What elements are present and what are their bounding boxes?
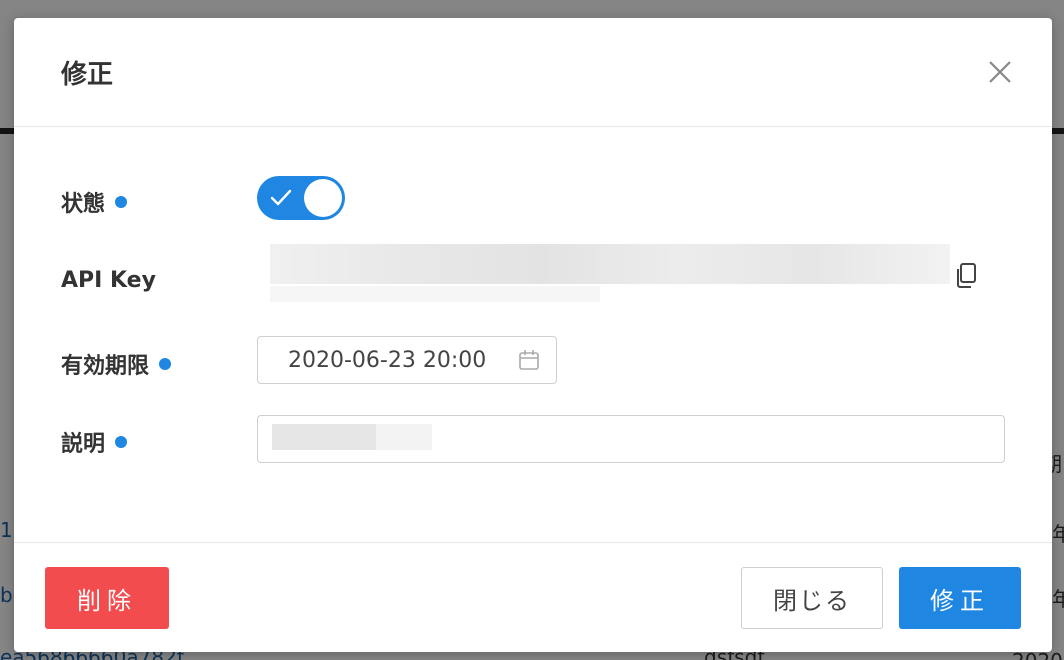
modal-header: 修正 <box>14 18 1052 127</box>
description-value <box>272 424 432 450</box>
status-row: 状態 <box>61 186 128 218</box>
expiry-label-text: 有効期限 <box>61 354 150 379</box>
calendar-icon[interactable] <box>518 349 540 375</box>
delete-button[interactable]: 削除 <box>45 567 169 629</box>
close-icon[interactable] <box>986 58 1014 86</box>
check-icon <box>269 187 293 213</box>
expiry-date-value: 2020-06-23 20:00 <box>288 348 487 373</box>
background-row-cell: 年 <box>1052 587 1064 611</box>
api-key-row: API Key <box>61 268 156 293</box>
close-button[interactable]: 閉じる <box>741 567 883 629</box>
save-edit-button[interactable]: 修正 <box>899 567 1021 629</box>
required-dot <box>115 196 128 208</box>
modal-footer: 削除 閉じる 修正 <box>14 542 1052 652</box>
required-dot <box>159 358 172 370</box>
background-row-link[interactable]: b <box>0 583 13 607</box>
status-label: 状態 <box>61 186 128 218</box>
api-key-value <box>270 244 950 284</box>
expiry-date-input[interactable]: 2020-06-23 20:00 <box>257 336 557 384</box>
api-key-value-redacted <box>270 286 600 302</box>
status-label-text: 状態 <box>61 192 106 217</box>
modal-title: 修正 <box>61 60 114 90</box>
required-dot <box>115 436 128 448</box>
status-toggle[interactable] <box>257 176 345 220</box>
api-key-label: API Key <box>61 268 156 293</box>
edit-modal: 修正 状態 API Key 有効期限 2020-06-23 20:00 説明 削… <box>14 18 1052 652</box>
description-input[interactable] <box>257 415 1005 463</box>
description-row: 説明 <box>61 426 128 458</box>
expiry-label: 有効期限 <box>61 348 172 380</box>
background-row-link[interactable]: 1 <box>0 518 13 542</box>
expiry-row: 有効期限 <box>61 348 172 380</box>
description-label: 説明 <box>61 426 128 458</box>
copy-icon[interactable] <box>954 262 978 294</box>
description-label-text: 説明 <box>61 432 106 457</box>
background-row-cell: 年 <box>1052 522 1064 546</box>
toggle-knob <box>304 179 342 217</box>
